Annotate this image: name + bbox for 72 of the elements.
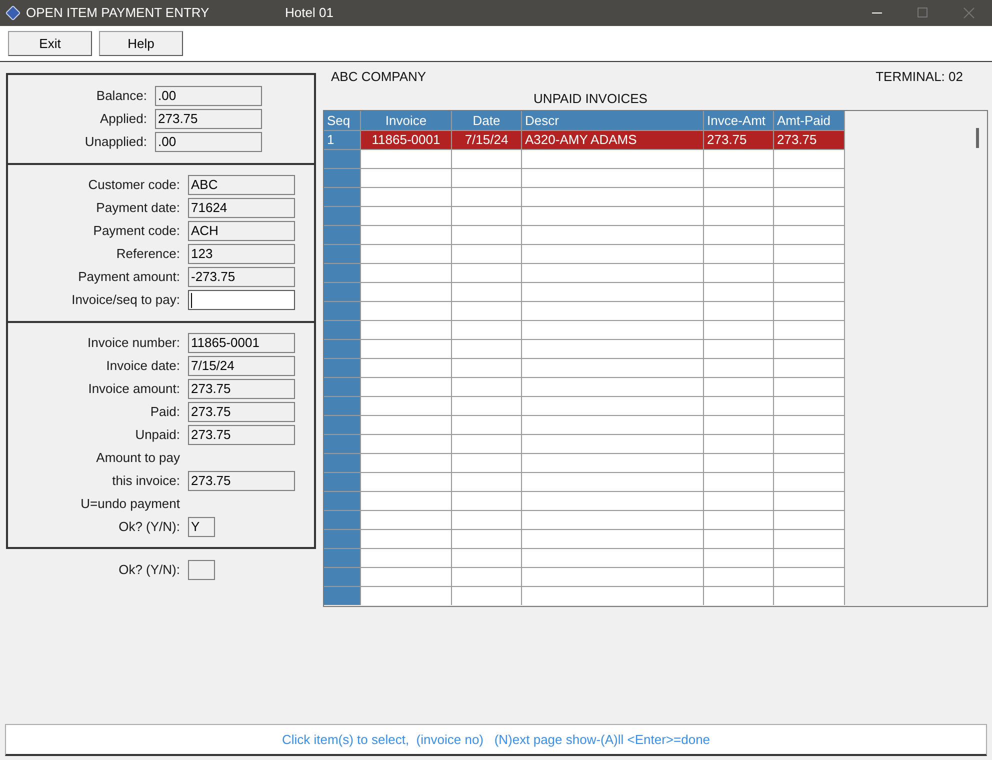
field-label: Payment date:	[96, 199, 180, 218]
input-field[interactable]: 273.75	[188, 379, 295, 399]
empty-table-row[interactable]	[324, 510, 845, 529]
input-field[interactable]: 273.75	[188, 471, 295, 491]
field-label: Customer code:	[88, 176, 180, 194]
field-label: Payment code:	[93, 222, 180, 240]
input-field[interactable]: .00	[155, 132, 262, 152]
empty-table-row[interactable]	[324, 567, 845, 586]
field-label: Unpaid:	[135, 426, 180, 444]
empty-table-row[interactable]	[324, 529, 845, 548]
input-field[interactable]: 7/15/24	[188, 356, 295, 376]
field-label: Unapplied:	[84, 133, 147, 152]
field-label: U=undo payment	[80, 495, 180, 514]
field-label: Balance:	[96, 87, 147, 106]
empty-table-row[interactable]	[324, 244, 845, 263]
field-label: Applied:	[100, 110, 147, 128]
empty-table-row[interactable]	[324, 586, 845, 605]
empty-table-row[interactable]	[324, 187, 845, 206]
empty-table-row[interactable]	[324, 301, 845, 320]
empty-table-row[interactable]	[324, 263, 845, 282]
input-field[interactable]: 11865-0001	[188, 333, 295, 353]
empty-table-row[interactable]	[324, 168, 845, 187]
table-title: UNPAID INVOICES	[534, 90, 648, 108]
status-message: Click item(s) to select, (invoice no) (N)ext page show-(A)ll <Enter>=done	[282, 730, 710, 749]
empty-table-row[interactable]	[324, 282, 845, 301]
input-field[interactable]: .00	[155, 86, 262, 106]
input-field[interactable]: 71624	[188, 198, 295, 218]
empty-table-row[interactable]	[324, 225, 845, 244]
empty-table-row[interactable]	[324, 396, 845, 415]
input-field[interactable]: -273.75	[188, 267, 295, 287]
input-field[interactable]: 273.75	[188, 402, 295, 422]
empty-table-row[interactable]	[324, 548, 845, 567]
empty-table-row[interactable]	[324, 320, 845, 339]
field-label: Ok? (Y/N):	[118, 518, 180, 536]
window-title: OPEN ITEM PAYMENT ENTRY	[26, 4, 210, 22]
input-field[interactable]: Y	[188, 517, 215, 537]
app-icon	[6, 6, 20, 20]
toolbar-button[interactable]: Help	[99, 31, 183, 56]
table-cell: 1	[324, 131, 361, 149]
scrollbar-thumb[interactable]	[976, 128, 979, 148]
input-field[interactable]: ABC	[188, 175, 295, 195]
toolbar-button[interactable]: Exit	[8, 31, 92, 56]
empty-table-row[interactable]	[324, 415, 845, 434]
terminal-label: TERMINAL: 02	[876, 68, 963, 86]
empty-table-row[interactable]	[324, 206, 845, 225]
input-field[interactable]: ACH	[188, 221, 295, 241]
field-label: Invoice date:	[106, 357, 180, 376]
empty-table-row[interactable]	[324, 434, 845, 453]
window-subtitle: Hotel 01	[285, 4, 334, 22]
empty-table-row[interactable]	[324, 472, 845, 491]
field-label: Paid:	[150, 403, 180, 422]
table-row[interactable]: 1 11865-0001 7/15/24 A320-AMY ADAMS 273.75 273.75	[324, 130, 845, 149]
empty-table-row[interactable]	[324, 377, 845, 396]
field-label: Ok? (Y/N):	[118, 561, 180, 580]
field-label: Amount to pay	[96, 449, 180, 468]
empty-table-row[interactable]	[324, 358, 845, 377]
field-label: Invoice amount:	[88, 380, 180, 398]
field-label: Reference:	[116, 245, 180, 264]
empty-table-row[interactable]	[324, 491, 845, 510]
input-field[interactable]	[188, 290, 295, 310]
input-field[interactable]	[188, 560, 215, 580]
company-name: ABC COMPANY	[331, 68, 426, 86]
field-label: Invoice/seq to pay:	[72, 291, 180, 310]
empty-table-row[interactable]	[324, 149, 845, 168]
field-label: Invoice number:	[88, 334, 180, 352]
empty-table-row[interactable]	[324, 453, 845, 472]
field-label: this invoice:	[112, 472, 180, 490]
input-field[interactable]: 123	[188, 244, 295, 264]
empty-table-row[interactable]	[324, 339, 845, 358]
input-field[interactable]: 273.75	[155, 109, 262, 129]
field-label: Payment amount:	[78, 268, 180, 286]
input-field[interactable]: 273.75	[188, 425, 295, 445]
